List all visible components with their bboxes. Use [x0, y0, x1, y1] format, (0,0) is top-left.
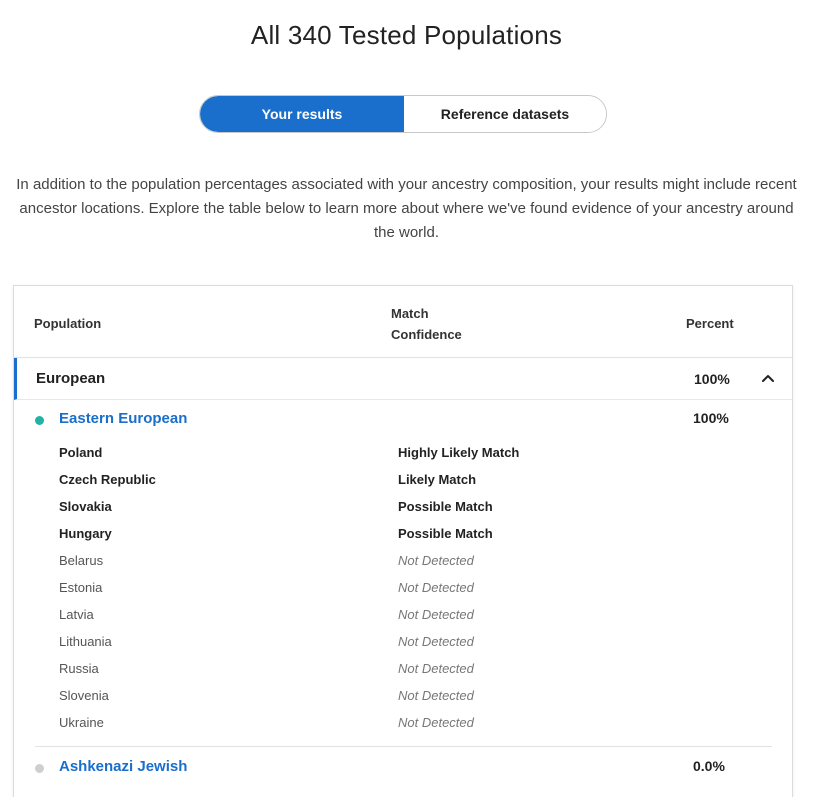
- subregion-link[interactable]: Eastern European: [59, 410, 187, 427]
- subregion-percent: 100%: [693, 410, 729, 426]
- table-row: Czech Republic Likely Match: [14, 469, 792, 491]
- your-results-tab[interactable]: Your results: [200, 96, 404, 132]
- table-row: Poland Highly Likely Match: [14, 442, 792, 464]
- table-row: Lithuania Not Detected: [14, 631, 792, 653]
- match-confidence: Likely Match: [398, 472, 477, 487]
- page-title: All 340 Tested Populations: [250, 20, 563, 50]
- table-row: Belarus Not Detected: [14, 550, 792, 572]
- table-row: Slovenia Not Detected: [14, 685, 792, 707]
- country-name: Latvia: [59, 607, 94, 622]
- subregion-percent: 0.0%: [693, 758, 725, 774]
- country-name: Belarus: [59, 553, 104, 568]
- region-percent: 100%: [694, 370, 730, 387]
- country-name: Poland: [59, 445, 103, 460]
- subregion-row-eastern-european[interactable]: Eastern European 100%: [14, 408, 792, 432]
- table-row: Ukraine Not Detected: [14, 712, 792, 734]
- subregion-link[interactable]: Ashkenazi Jewish: [59, 758, 187, 775]
- row-divider: [35, 746, 772, 747]
- match-confidence: Possible Match: [398, 526, 493, 541]
- match-confidence: Not Detected: [398, 661, 474, 676]
- table-row: Latvia Not Detected: [14, 604, 792, 626]
- dot-icon: [35, 764, 44, 773]
- intro-text: In addition to the population percentage…: [16, 176, 797, 241]
- chevron-up-icon[interactable]: [760, 370, 776, 386]
- table-header: Population Match Confidence Percent: [14, 286, 792, 358]
- region-name: European: [36, 370, 106, 387]
- country-name: Czech Republic: [59, 472, 156, 487]
- country-name: Slovakia: [59, 499, 112, 514]
- header-match-line2: Confidence: [391, 327, 462, 342]
- populations-table: Population Match Confidence Percent Euro…: [13, 285, 793, 797]
- match-confidence: Not Detected: [398, 688, 474, 703]
- country-name: Ukraine: [59, 715, 104, 730]
- country-name: Hungary: [59, 526, 112, 541]
- match-confidence: Not Detected: [398, 580, 474, 595]
- table-row: Estonia Not Detected: [14, 577, 792, 599]
- match-confidence: Highly Likely Match: [398, 445, 520, 460]
- country-name: Russia: [59, 661, 99, 676]
- table-row: Russia Not Detected: [14, 658, 792, 680]
- country-name: Slovenia: [59, 688, 109, 703]
- country-name: Lithuania: [59, 634, 112, 649]
- country-name: Estonia: [59, 580, 103, 595]
- match-confidence: Not Detected: [398, 634, 474, 649]
- dot-icon: [35, 416, 44, 425]
- reference-datasets-tab[interactable]: Reference datasets: [404, 96, 606, 132]
- results-toggle: Your results Reference datasets: [199, 95, 607, 133]
- header-match-confidence: Match Confidence: [391, 303, 501, 345]
- header-match-line1: Match: [391, 306, 429, 321]
- header-percent: Percent: [686, 316, 734, 331]
- table-row: Slovakia Possible Match: [14, 496, 792, 518]
- match-confidence: Not Detected: [398, 715, 474, 730]
- match-confidence: Not Detected: [398, 553, 474, 568]
- header-population: Population: [34, 316, 102, 331]
- match-confidence: Not Detected: [398, 607, 474, 622]
- subregion-row-ashkenazi-jewish[interactable]: Ashkenazi Jewish 0.0%: [14, 756, 792, 780]
- table-row: Hungary Possible Match: [14, 523, 792, 545]
- region-row-european[interactable]: European 100%: [14, 358, 792, 400]
- match-confidence: Possible Match: [398, 499, 493, 514]
